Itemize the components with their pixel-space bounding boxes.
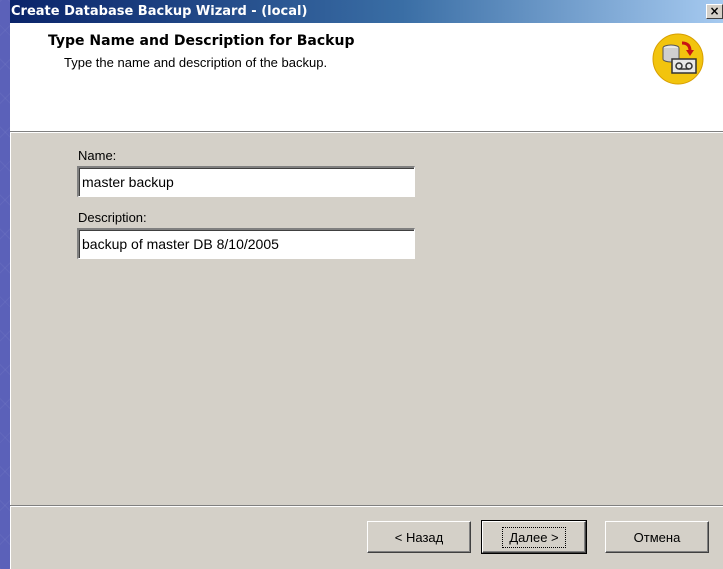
button-separator [10, 505, 723, 506]
description-label: Description: [78, 210, 147, 225]
next-button[interactable]: Далее > [481, 520, 587, 554]
name-field[interactable] [77, 166, 415, 197]
wizard-dialog: Create Database Backup Wizard - (local) … [10, 0, 723, 569]
close-button[interactable]: × [706, 4, 723, 19]
name-label: Name: [78, 148, 117, 163]
header-divider [10, 132, 723, 133]
close-icon: × [709, 4, 720, 18]
description-field[interactable] [77, 228, 415, 259]
page-subtitle: Type the name and description of the bac… [64, 55, 328, 70]
page-title: Type Name and Description for Backup [48, 33, 355, 49]
cancel-button[interactable]: Отмена [605, 521, 709, 553]
window-title: Create Database Backup Wizard - (local) [11, 4, 308, 19]
title-bar[interactable]: Create Database Backup Wizard - (local) … [10, 0, 723, 23]
back-button[interactable]: < Назад [367, 521, 471, 553]
database-backup-icon [652, 33, 704, 85]
